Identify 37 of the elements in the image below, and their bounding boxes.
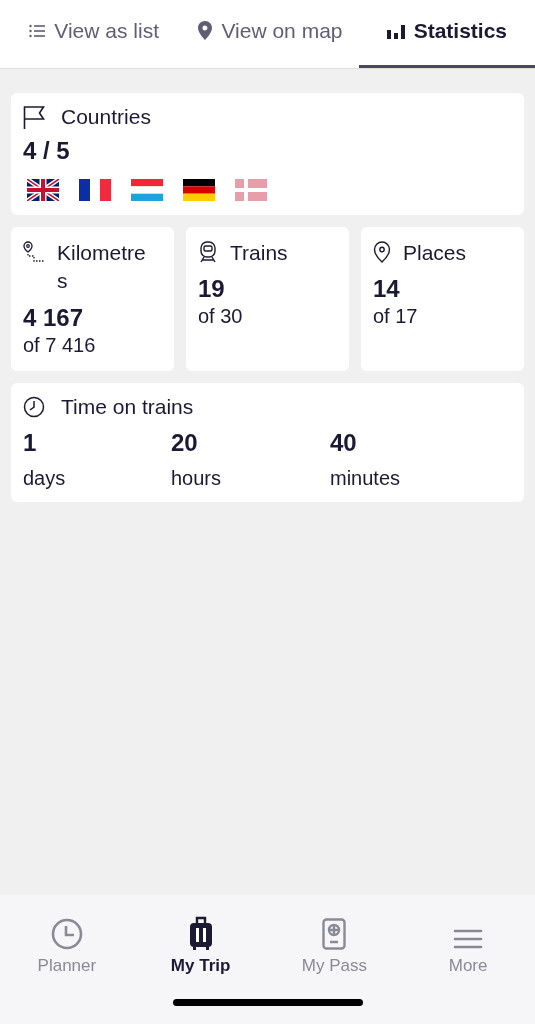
map-pin-icon [373, 241, 391, 263]
flag-outline-icon [23, 105, 45, 129]
time-value: 40 [330, 429, 358, 457]
menu-icon [453, 928, 484, 950]
time-unit: days [23, 467, 67, 490]
card-title: Places [403, 240, 468, 266]
tab[interactable]: View on map [182, 0, 359, 68]
card-title: Time on trains [61, 395, 194, 419]
stat-value: 19 [198, 275, 226, 304]
time-value: 20 [171, 429, 199, 457]
time-unit: minutes [330, 467, 402, 490]
suitcase-icon [188, 916, 213, 950]
time-unit: hours [171, 467, 223, 490]
card-title: Countries [61, 105, 151, 129]
time-value: 1 [23, 429, 38, 457]
tab[interactable]: View as list [6, 0, 183, 68]
passport-icon [322, 918, 347, 950]
route-icon [23, 241, 45, 263]
nav-item[interactable]: Planner [0, 913, 134, 977]
nav-item[interactable]: My Pass [267, 913, 402, 977]
country-count: 4 / 5 [23, 137, 71, 165]
tab[interactable]: Statistics [358, 0, 535, 68]
stat-total: of 17 [373, 305, 419, 329]
stat-total: of 7 416 [23, 333, 97, 357]
map-pin-icon [198, 21, 213, 40]
card-title: Trains [230, 240, 289, 266]
train-icon [198, 241, 218, 263]
stat-value: 14 [373, 275, 401, 304]
clock-icon [50, 918, 83, 950]
list-icon [29, 23, 46, 38]
clock-icon [23, 396, 45, 418]
bar-chart-icon [386, 22, 405, 39]
nav-item[interactable]: My Trip [133, 913, 268, 977]
stat-total: of 30 [198, 305, 244, 329]
stat-value: 4 167 [23, 303, 85, 332]
nav-item[interactable]: More [401, 913, 535, 977]
card-title: Kilometres [57, 240, 147, 295]
